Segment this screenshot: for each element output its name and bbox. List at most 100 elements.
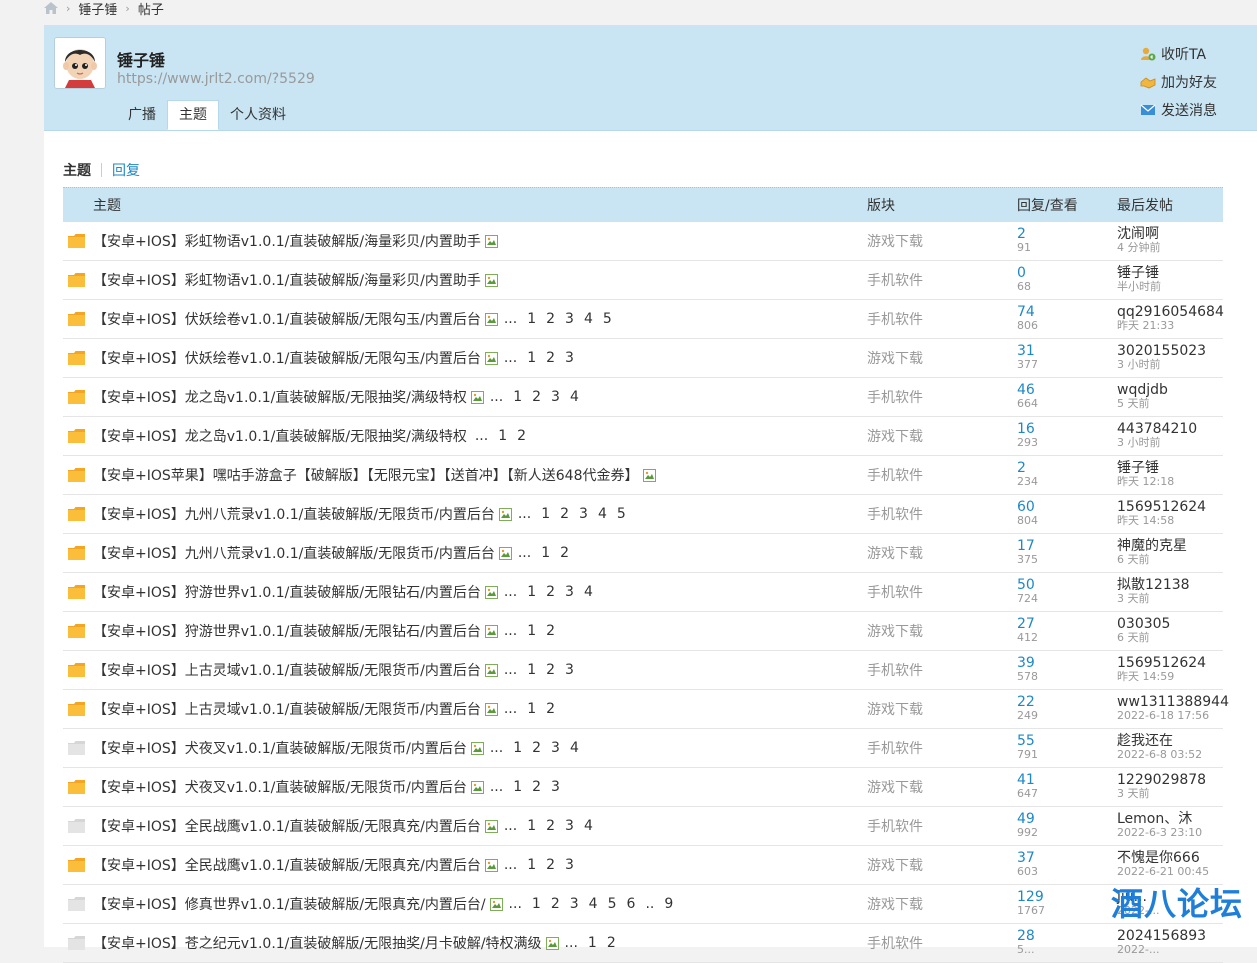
topic-title-link[interactable]: 【安卓+IOS】九州八荒录v1.0.1/直装破解版/无限货币/内置后台 xyxy=(93,504,495,524)
page-link[interactable]: 2 xyxy=(546,818,555,834)
forum-link[interactable]: 游戏下载 xyxy=(867,426,1017,446)
last-post-user[interactable]: 3020155023 xyxy=(1117,344,1223,358)
page-link[interactable]: 4 xyxy=(589,896,598,912)
last-post-user[interactable]: 锤子锤 xyxy=(1117,266,1223,280)
topic-title-link[interactable]: 【安卓+IOS苹果】嘿咕手游盒子【破解版】【无限元宝】【送首冲】【新人送648代… xyxy=(93,465,639,485)
page-link[interactable]: 2 xyxy=(560,506,569,522)
page-link[interactable]: 1 xyxy=(513,740,522,756)
last-post-user[interactable]: 锤子锤 xyxy=(1117,461,1223,475)
reply-count[interactable]: 27 xyxy=(1017,617,1117,631)
page-link[interactable]: 2 xyxy=(560,545,569,561)
forum-link[interactable]: 手机软件 xyxy=(867,387,1017,407)
last-post-user[interactable]: Lemon、沐 xyxy=(1117,812,1223,826)
topic-title-link[interactable]: 【安卓+IOS】狩游世界v1.0.1/直装破解版/无限钻石/内置后台 xyxy=(93,582,481,602)
page-link[interactable]: 2 xyxy=(546,623,555,639)
page-link[interactable]: 3 xyxy=(565,350,574,366)
forum-link[interactable]: 手机软件 xyxy=(867,465,1017,485)
reply-count[interactable]: 49 xyxy=(1017,812,1117,826)
reply-count[interactable]: 50 xyxy=(1017,578,1117,592)
page-link[interactable]: 4 xyxy=(570,740,579,756)
forum-link[interactable]: 手机软件 xyxy=(867,504,1017,524)
forum-link[interactable]: 游戏下载 xyxy=(867,894,1017,914)
page-link[interactable]: 4 xyxy=(584,818,593,834)
subtab-replies[interactable]: 回复 xyxy=(112,160,140,180)
page-link[interactable]: 2 xyxy=(532,779,541,795)
last-post-user[interactable]: 030305 xyxy=(1117,617,1223,631)
forum-link[interactable]: 游戏下载 xyxy=(867,543,1017,563)
page-link[interactable]: 3 xyxy=(565,662,574,678)
breadcrumb-user[interactable]: 锤子锤 xyxy=(78,0,117,18)
follow-button[interactable]: 收听TA xyxy=(1140,40,1217,68)
page-link[interactable]: 2 xyxy=(546,662,555,678)
reply-count[interactable]: 46 xyxy=(1017,383,1117,397)
forum-link[interactable]: 游戏下载 xyxy=(867,699,1017,719)
topic-title-link[interactable]: 【安卓+IOS】伏妖绘卷v1.0.1/直装破解版/无限勾玉/内置后台 xyxy=(93,309,481,329)
topic-title-link[interactable]: 【安卓+IOS】彩虹物语v1.0.1/直装破解版/海量彩贝/内置助手 xyxy=(93,270,481,290)
add-friend-button[interactable]: 加为好友 xyxy=(1140,68,1217,96)
last-post-user[interactable]: 1569512624 xyxy=(1117,656,1223,670)
page-link[interactable]: 1 xyxy=(498,428,507,444)
last-post-user[interactable]: 拟散12138 xyxy=(1117,578,1223,592)
topic-title-link[interactable]: 【安卓+IOS】全民战鹰v1.0.1/直装破解版/无限真充/内置后台 xyxy=(93,855,481,875)
forum-link[interactable]: 手机软件 xyxy=(867,816,1017,836)
subtab-topics[interactable]: 主题 xyxy=(63,160,91,180)
page-link[interactable]: 2 xyxy=(546,857,555,873)
page-link[interactable]: 3 xyxy=(565,818,574,834)
last-post-user[interactable]: 不愧是你666 xyxy=(1117,851,1223,865)
topic-title-link[interactable]: 【安卓+IOS】龙之岛v1.0.1/直装破解版/无限抽奖/满级特权 xyxy=(93,426,467,446)
page-link[interactable]: 1 xyxy=(513,779,522,795)
user-url[interactable]: https://www.jrlt2.com/?5529 xyxy=(117,71,315,87)
reply-count[interactable]: 31 xyxy=(1017,344,1117,358)
avatar[interactable] xyxy=(54,37,106,89)
forum-link[interactable]: 游戏下载 xyxy=(867,231,1017,251)
topic-title-link[interactable]: 【安卓+IOS】伏妖绘卷v1.0.1/直装破解版/无限勾玉/内置后台 xyxy=(93,348,481,368)
topic-title-link[interactable]: 【安卓+IOS】修真世界v1.0.1/直装破解版/无限真充/内置后台/ xyxy=(93,894,486,914)
reply-count[interactable]: 22 xyxy=(1017,695,1117,709)
reply-count[interactable]: 74 xyxy=(1017,305,1117,319)
reply-count[interactable]: 2 xyxy=(1017,461,1117,475)
page-link[interactable]: 2 xyxy=(551,896,560,912)
reply-count[interactable]: 16 xyxy=(1017,422,1117,436)
topic-title-link[interactable]: 【安卓+IOS】九州八荒录v1.0.1/直装破解版/无限货币/内置后台 xyxy=(93,543,495,563)
page-link[interactable]: 5 xyxy=(617,506,626,522)
last-post-user[interactable]: 443784210 xyxy=(1117,422,1223,436)
page-link[interactable]: 2 xyxy=(546,584,555,600)
forum-link[interactable]: 手机软件 xyxy=(867,933,1017,953)
topic-title-link[interactable]: 【安卓+IOS】全民战鹰v1.0.1/直装破解版/无限真充/内置后台 xyxy=(93,816,481,836)
page-link[interactable]: 4 xyxy=(598,506,607,522)
page-link[interactable]: 1 xyxy=(527,623,536,639)
topic-title-link[interactable]: 【安卓+IOS】上古灵域v1.0.1/直装破解版/无限货币/内置后台 xyxy=(93,699,481,719)
page-link[interactable]: 3 xyxy=(565,311,574,327)
home-icon[interactable] xyxy=(44,2,58,14)
reply-count[interactable]: 39 xyxy=(1017,656,1117,670)
page-link[interactable]: 3 xyxy=(551,779,560,795)
page-link[interactable]: 2 xyxy=(532,740,541,756)
topic-title-link[interactable]: 【安卓+IOS】苍之纪元v1.0.1/直装破解版/无限抽奖/月卡破解/特权满级 xyxy=(93,933,542,953)
last-post-user[interactable]: qq2916054684 xyxy=(1117,305,1224,319)
reply-count[interactable]: 28 xyxy=(1017,929,1117,943)
last-post-user[interactable]: 神魔的克星 xyxy=(1117,539,1223,553)
topic-title-link[interactable]: 【安卓+IOS】彩虹物语v1.0.1/直装破解版/海量彩贝/内置助手 xyxy=(93,231,481,251)
forum-link[interactable]: 手机软件 xyxy=(867,660,1017,680)
page-link[interactable]: 1 xyxy=(541,506,550,522)
forum-link[interactable]: 手机软件 xyxy=(867,309,1017,329)
page-link[interactable]: 2 xyxy=(546,350,555,366)
reply-count[interactable]: 41 xyxy=(1017,773,1117,787)
last-post-user[interactable]: wqdjdb xyxy=(1117,383,1223,397)
page-link[interactable]: 3 xyxy=(551,740,560,756)
breadcrumb-posts[interactable]: 帖子 xyxy=(138,0,164,18)
last-post-user[interactable]: 2024156893 xyxy=(1117,929,1223,943)
page-link[interactable]: 1 xyxy=(513,389,522,405)
page-link[interactable]: 2 xyxy=(517,428,526,444)
page-link[interactable]: 4 xyxy=(584,584,593,600)
topic-title-link[interactable]: 【安卓+IOS】龙之岛v1.0.1/直装破解版/无限抽奖/满级特权 xyxy=(93,387,467,407)
page-link[interactable]: 1 xyxy=(588,935,597,951)
topic-title-link[interactable]: 【安卓+IOS】上古灵域v1.0.1/直装破解版/无限货币/内置后台 xyxy=(93,660,481,680)
page-link[interactable]: 4 xyxy=(584,311,593,327)
tab-profile-info[interactable]: 个人资料 xyxy=(219,100,297,130)
tab-topics[interactable]: 主题 xyxy=(167,100,219,130)
last-post-user[interactable]: ww1311388944 xyxy=(1117,695,1229,709)
reply-count[interactable]: 129 xyxy=(1017,890,1117,904)
page-link[interactable]: 1 xyxy=(527,662,536,678)
page-link[interactable]: 4 xyxy=(570,389,579,405)
